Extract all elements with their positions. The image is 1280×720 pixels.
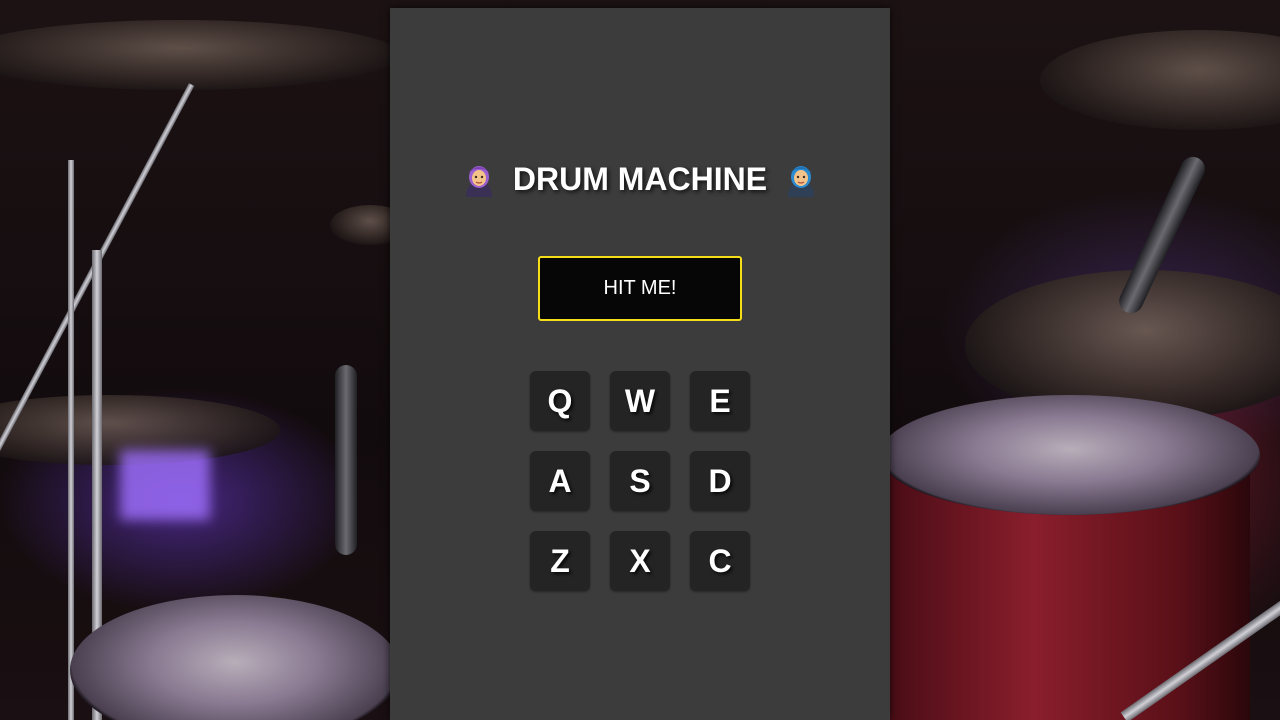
cymbal-shape: [0, 20, 400, 90]
woman-mage-emoji-icon: [466, 165, 492, 197]
cymbal-shape: [1040, 30, 1280, 130]
microphone-shape: [335, 365, 357, 555]
man-mage-emoji-icon: [787, 165, 814, 197]
stage-light-glow: [120, 450, 210, 520]
title-text: DRUM MACHINE: [512, 161, 768, 197]
drum-pad-w[interactable]: W: [610, 371, 670, 431]
drum-pad-grid: Q W E A S D Z X C: [530, 371, 750, 591]
drum-pad-s[interactable]: S: [610, 451, 670, 511]
page-title: DRUM MACHINE: [390, 161, 890, 202]
drum-pad-c[interactable]: C: [690, 531, 750, 591]
drum-pad-d[interactable]: D: [690, 451, 750, 511]
drum-pad-a[interactable]: A: [530, 451, 590, 511]
drum-head-shape: [70, 595, 400, 720]
cymbal-stand-shape: [68, 160, 74, 720]
drum-pad-z[interactable]: Z: [530, 531, 590, 591]
drum-machine-panel: DRUM MACHINE HIT ME! Q W E A S D Z X C: [390, 8, 890, 720]
drum-pad-q[interactable]: Q: [530, 371, 590, 431]
drum-head-shape: [880, 395, 1260, 515]
drum-pad-x[interactable]: X: [610, 531, 670, 591]
drum-pad-e[interactable]: E: [690, 371, 750, 431]
hit-me-display-button[interactable]: HIT ME!: [538, 256, 742, 321]
